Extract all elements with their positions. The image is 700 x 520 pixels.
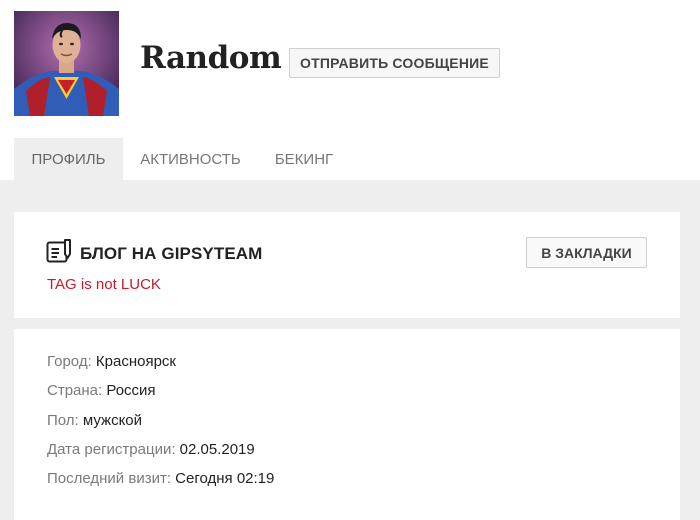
profile-info-card: Город: Красноярск Страна: Россия Пол: му… <box>14 329 680 520</box>
avatar[interactable] <box>14 11 119 116</box>
info-value: Россия <box>106 382 156 399</box>
info-value: мужской <box>82 412 143 429</box>
send-message-button[interactable]: ОТПРАВИТЬ СООБЩЕНИЕ <box>289 48 500 78</box>
username: Random <box>140 40 282 76</box>
blog-document-icon <box>46 238 74 264</box>
blog-title: БЛОГ НА GIPSYTEAM <box>80 244 263 263</box>
tab-activity[interactable]: АКТИВНОСТЬ <box>123 138 258 180</box>
avatar-image <box>14 11 119 116</box>
profile-tabs: ПРОФИЛЬ АКТИВНОСТЬ БЕКИНГ <box>0 138 700 180</box>
info-value: Сегодня 02:19 <box>175 470 275 487</box>
info-label: Пол: <box>47 412 79 429</box>
info-label: Страна: <box>47 382 103 399</box>
profile-content: БЛОГ НА GIPSYTEAM В ЗАКЛАДКИ TAG is not … <box>0 180 700 520</box>
info-row-registration-date: Дата регистрации: 02.05.2019 <box>47 441 255 458</box>
blog-tagline: TAG is not LUCK <box>47 276 161 293</box>
tab-profile[interactable]: ПРОФИЛЬ <box>14 138 123 180</box>
info-label: Город: <box>47 353 92 370</box>
info-row-city: Город: Красноярск <box>47 353 176 370</box>
info-label: Дата регистрации: <box>47 441 176 458</box>
tab-backing[interactable]: БЕКИНГ <box>258 138 350 180</box>
info-row-country: Страна: Россия <box>47 382 156 399</box>
info-label: Последний визит: <box>47 470 171 487</box>
info-value: Красноярск <box>95 353 176 370</box>
blog-card: БЛОГ НА GIPSYTEAM В ЗАКЛАДКИ TAG is not … <box>14 212 680 318</box>
profile-header: Random ОТПРАВИТЬ СООБЩЕНИЕ <box>0 0 700 138</box>
info-row-last-visit: Последний визит: Сегодня 02:19 <box>47 470 274 487</box>
bookmark-button[interactable]: В ЗАКЛАДКИ <box>526 237 647 268</box>
info-row-gender: Пол: мужской <box>47 412 142 429</box>
info-value: 02.05.2019 <box>179 441 255 458</box>
